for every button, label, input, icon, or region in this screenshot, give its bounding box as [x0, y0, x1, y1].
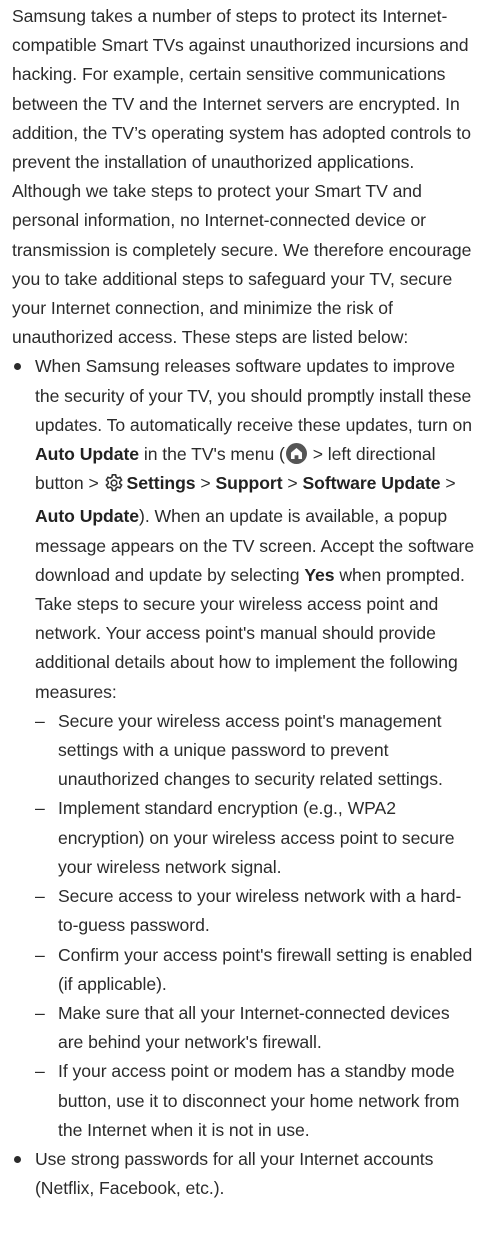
settings-term: Settings — [126, 473, 196, 494]
measure-item-standby-button: – If your access point or modem has a sta… — [35, 1057, 479, 1145]
measure-text: Confirm your access point's firewall set… — [58, 944, 473, 994]
yes-term: Yes — [304, 564, 335, 585]
update-text-6: > — [440, 473, 456, 494]
measure-text: Implement standard encryption (e.g., WPA… — [58, 798, 455, 877]
passwords-text: Use strong passwords for all your Intern… — [35, 1148, 434, 1199]
measure-item-firewall: – Confirm your access point's firewall se… — [35, 941, 479, 999]
gear-icon — [104, 473, 124, 502]
document-body: Samsung takes a number of steps to prote… — [0, 2, 479, 1235]
dash-marker: – — [35, 798, 45, 819]
support-term: Support — [215, 473, 283, 494]
measure-item-network-password: – Secure access to your wireless network … — [35, 882, 479, 940]
update-text-8: when prompted. Take steps to secure your… — [35, 564, 465, 702]
list-item-strong-passwords: Use strong passwords for all your Intern… — [12, 1145, 479, 1203]
list-item-software-updates: When Samsung releases software updates t… — [12, 352, 479, 1144]
measures-list: – Secure your wireless access point's man… — [35, 707, 479, 1145]
dash-marker: – — [35, 886, 45, 907]
home-icon — [285, 443, 307, 465]
steps-list: When Samsung releases software updates t… — [12, 352, 479, 1203]
measure-text: If your access point or modem has a stan… — [58, 1061, 460, 1140]
measure-text: Secure access to your wireless network w… — [58, 886, 462, 936]
measure-item-devices-behind-firewall: – Make sure that all your Internet-connec… — [35, 999, 479, 1057]
software-update-term: Software Update — [302, 473, 441, 494]
dash-marker: – — [35, 1061, 45, 1082]
measure-text: Secure your wireless access point's mana… — [58, 710, 443, 790]
update-text-4: > — [195, 473, 216, 494]
dash-marker: – — [35, 710, 45, 731]
update-text-1: When Samsung releases software updates t… — [35, 356, 472, 435]
auto-update-term: Auto Update — [35, 444, 140, 465]
update-text-2: in the TV's menu ( — [139, 444, 285, 465]
dash-marker: – — [35, 944, 45, 965]
update-text-5: > — [282, 473, 303, 494]
intro-paragraph: Samsung takes a number of steps to prote… — [12, 6, 472, 173]
measure-item-encryption: – Implement standard encryption (e.g., WP… — [35, 794, 479, 882]
measure-item-management-password: – Secure your wireless access point's man… — [35, 707, 479, 795]
auto-update-term-2: Auto Update — [35, 506, 140, 527]
advice-paragraph: Although we take steps to protect your S… — [12, 181, 472, 348]
measure-text: Make sure that all your Internet-connect… — [58, 1002, 450, 1053]
dash-marker: – — [35, 1002, 45, 1023]
